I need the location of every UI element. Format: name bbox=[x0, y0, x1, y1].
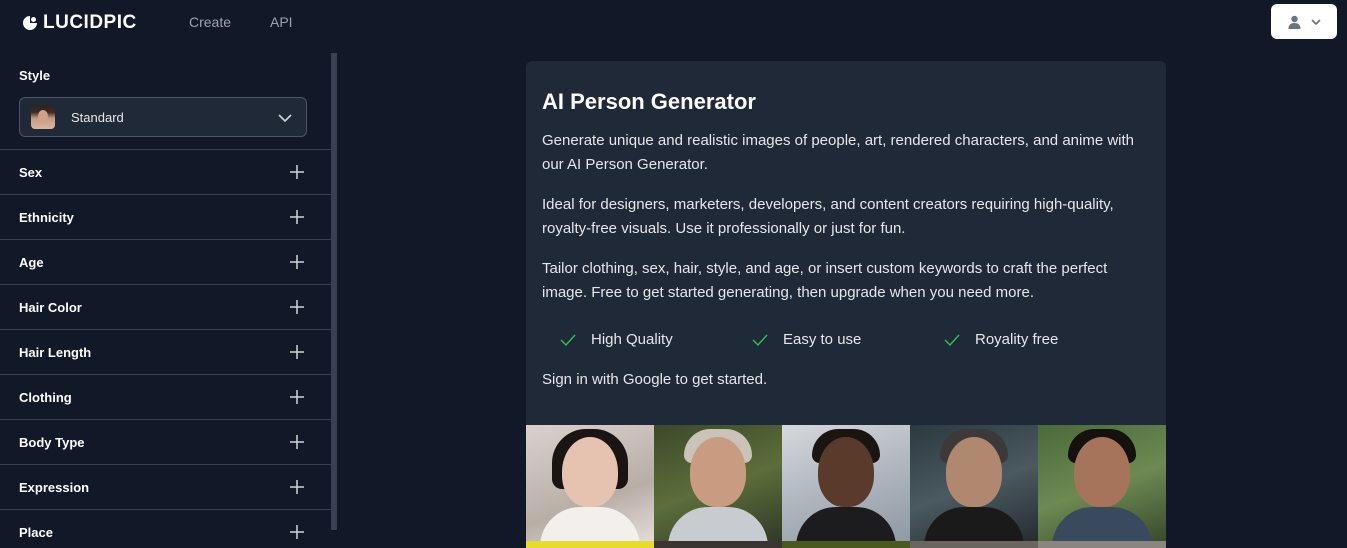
example-photo[interactable] bbox=[1038, 425, 1166, 548]
plus-icon bbox=[290, 525, 304, 539]
style-title: Style bbox=[19, 68, 51, 83]
facet-ethnicity[interactable]: Ethnicity bbox=[0, 194, 331, 239]
plus-icon bbox=[290, 390, 304, 404]
logo-icon bbox=[23, 16, 37, 30]
facet-label: Place bbox=[19, 524, 53, 540]
facet-clothing[interactable]: Clothing bbox=[0, 374, 331, 419]
feature-royalty-free: Royality free bbox=[944, 331, 1058, 348]
gallery-second-row bbox=[526, 541, 1166, 548]
plus-icon bbox=[290, 210, 304, 224]
facet-expression[interactable]: Expression bbox=[0, 464, 331, 509]
logo-text: LUCIDPIC bbox=[43, 12, 137, 33]
nav-api-link[interactable]: API bbox=[270, 14, 293, 30]
top-bar: LUCIDPIC Create API bbox=[0, 0, 1347, 45]
facet-label: Hair Color bbox=[19, 299, 82, 315]
example-photo[interactable] bbox=[910, 425, 1038, 548]
feature-label: Easy to use bbox=[783, 331, 862, 348]
style-select-value: Standard bbox=[71, 109, 124, 125]
page-title: AI Person Generator bbox=[542, 89, 756, 114]
intro-paragraph: Generate unique and realistic images of … bbox=[542, 132, 1135, 173]
user-icon bbox=[1288, 15, 1300, 29]
logo[interactable]: LUCIDPIC bbox=[22, 12, 137, 34]
check-icon bbox=[560, 334, 576, 346]
plus-icon bbox=[290, 345, 304, 359]
facet-hair-length[interactable]: Hair Length bbox=[0, 329, 331, 374]
chevron-down-icon bbox=[1310, 18, 1321, 25]
plus-icon bbox=[290, 480, 304, 494]
feature-label: High Quality bbox=[591, 331, 673, 348]
audience-paragraph: Ideal for designers, marketers, develope… bbox=[542, 196, 1114, 237]
feature-label: Royality free bbox=[975, 331, 1059, 348]
facet-label: Clothing bbox=[19, 389, 72, 405]
example-photo[interactable] bbox=[654, 425, 782, 548]
customize-paragraph: Tailor clothing, sex, hair, style, and a… bbox=[542, 260, 1108, 301]
facet-label: Sex bbox=[19, 164, 43, 180]
facet-label: Ethnicity bbox=[19, 209, 74, 225]
facet-body-type[interactable]: Body Type bbox=[0, 419, 331, 464]
plus-icon bbox=[290, 435, 304, 449]
plus-icon bbox=[290, 300, 304, 314]
chevron-down-icon bbox=[278, 114, 292, 123]
facet-list: Sex Ethnicity Age Hair Color Hair Length… bbox=[0, 149, 331, 548]
facet-label: Expression bbox=[19, 479, 90, 495]
style-thumbnail bbox=[31, 105, 55, 129]
intro-card: AI Person Generator Generate unique and … bbox=[526, 61, 1166, 548]
signin-prompt: Sign in with Google to get started. bbox=[542, 371, 768, 388]
feature-easy-to-use: Easy to use bbox=[752, 331, 861, 348]
nav-create-link[interactable]: Create bbox=[189, 14, 231, 30]
facet-label: Age bbox=[19, 254, 44, 270]
facet-label: Hair Length bbox=[19, 344, 92, 360]
check-icon bbox=[944, 334, 960, 346]
example-gallery bbox=[526, 425, 1166, 548]
facet-sex[interactable]: Sex bbox=[0, 149, 331, 194]
plus-icon bbox=[290, 165, 304, 179]
facet-place[interactable]: Place bbox=[0, 509, 331, 548]
user-menu-button[interactable] bbox=[1271, 4, 1337, 39]
check-icon bbox=[752, 334, 768, 346]
plus-icon bbox=[290, 255, 304, 269]
example-photo[interactable] bbox=[526, 425, 654, 548]
style-select[interactable]: Standard bbox=[19, 97, 307, 137]
feature-high-quality: High Quality bbox=[560, 331, 673, 348]
facet-hair-color[interactable]: Hair Color bbox=[0, 284, 331, 329]
facet-label: Body Type bbox=[19, 434, 85, 450]
facet-age[interactable]: Age bbox=[0, 239, 331, 284]
example-photo[interactable] bbox=[782, 425, 910, 548]
sidebar-scrollbar[interactable] bbox=[331, 53, 337, 530]
sidebar: Style Standard Sex Ethnicity Age Hair Co… bbox=[0, 53, 331, 548]
